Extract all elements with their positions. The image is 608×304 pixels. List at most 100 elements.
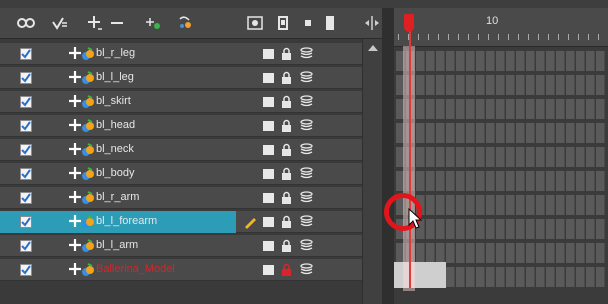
frame-cell[interactable]: [526, 51, 535, 71]
frame-cell[interactable]: [576, 243, 585, 263]
frame-cell[interactable]: [556, 267, 565, 287]
frame-cell[interactable]: [436, 99, 445, 119]
panel-divider[interactable]: [382, 8, 394, 304]
frame-cell[interactable]: [596, 219, 605, 239]
frame-cell[interactable]: [486, 99, 495, 119]
frame-cell[interactable]: [516, 75, 525, 95]
frame-cell[interactable]: [486, 123, 495, 143]
add-peg-icon[interactable]: [144, 15, 162, 31]
frame-cell[interactable]: [506, 99, 515, 119]
stack-icon[interactable]: [300, 143, 313, 156]
stack-icon[interactable]: [300, 71, 313, 84]
frame-cell[interactable]: [536, 99, 545, 119]
show-layer-icon[interactable]: [276, 15, 290, 31]
frame-cell[interactable]: [426, 51, 435, 71]
frame-cell[interactable]: [446, 51, 455, 71]
layer-row[interactable]: bl_body: [0, 163, 382, 185]
frame-ruler[interactable]: 10: [394, 8, 608, 47]
frame-cell[interactable]: [466, 171, 475, 191]
lock-icon[interactable]: [281, 239, 292, 252]
frame-cell[interactable]: [516, 219, 525, 239]
lock-icon[interactable]: [281, 143, 292, 156]
frame-cell[interactable]: [476, 51, 485, 71]
frame-cell[interactable]: [536, 195, 545, 215]
stack-icon[interactable]: [300, 239, 313, 252]
frame-cell[interactable]: [486, 75, 495, 95]
frame-cell[interactable]: [546, 267, 555, 287]
frame-cell[interactable]: [546, 171, 555, 191]
onion-skin-icon[interactable]: [16, 15, 36, 31]
frame-cell[interactable]: [506, 51, 515, 71]
layer-name[interactable]: Ballerina_Model: [96, 263, 175, 275]
layer-visibility-checkbox[interactable]: [20, 96, 32, 108]
layer-visibility-checkbox[interactable]: [20, 240, 32, 252]
frame-cell[interactable]: [426, 147, 435, 167]
frame-cell[interactable]: [516, 123, 525, 143]
frame-cell[interactable]: [536, 267, 545, 287]
frame-grid[interactable]: [394, 47, 608, 287]
frame-cell[interactable]: [436, 147, 445, 167]
frame-cell[interactable]: [586, 147, 595, 167]
layer-visibility-checkbox[interactable]: [20, 72, 32, 84]
frame-cell[interactable]: [576, 171, 585, 191]
frame-cell[interactable]: [456, 219, 465, 239]
frame-cell[interactable]: [566, 195, 575, 215]
layer-color-swatch[interactable]: [263, 169, 274, 179]
frame-cell[interactable]: [576, 51, 585, 71]
frame-cell[interactable]: [526, 219, 535, 239]
frame-cell[interactable]: [486, 51, 495, 71]
frame-cell[interactable]: [466, 195, 475, 215]
frame-cell[interactable]: [446, 75, 455, 95]
layer-color-swatch[interactable]: [263, 241, 274, 251]
frame-cell[interactable]: [426, 75, 435, 95]
frame-cell[interactable]: [476, 75, 485, 95]
layer-visibility-checkbox[interactable]: [20, 168, 32, 180]
lock-icon[interactable]: [281, 119, 292, 132]
frame-cell[interactable]: [506, 267, 515, 287]
frame-cell[interactable]: [436, 75, 445, 95]
layer-name[interactable]: bl_l_forearm: [96, 215, 157, 227]
frame-cell[interactable]: [466, 123, 475, 143]
layer-row[interactable]: bl_l_forearm: [0, 211, 382, 233]
frame-cell[interactable]: [486, 147, 495, 167]
frame-cell[interactable]: [476, 195, 485, 215]
frame-cell[interactable]: [546, 195, 555, 215]
frame-cell[interactable]: [576, 123, 585, 143]
expand-plus-icon[interactable]: [68, 46, 82, 60]
stack-icon[interactable]: [300, 263, 313, 276]
frame-cell[interactable]: [496, 267, 505, 287]
frame-cell[interactable]: [496, 99, 505, 119]
frame-cell[interactable]: [436, 195, 445, 215]
frame-cell[interactable]: [446, 99, 455, 119]
layer-row[interactable]: bl_skirt: [0, 91, 382, 113]
frame-cell[interactable]: [456, 267, 465, 287]
frame-cell[interactable]: [416, 51, 425, 71]
frame-cell[interactable]: [456, 75, 465, 95]
frame-cell[interactable]: [486, 195, 495, 215]
stack-icon[interactable]: [324, 15, 336, 31]
layer-color-swatch[interactable]: [263, 121, 274, 131]
frame-cell[interactable]: [446, 267, 455, 287]
layer-visibility-checkbox[interactable]: [20, 264, 32, 276]
frame-cell[interactable]: [416, 75, 425, 95]
frame-cell[interactable]: [596, 123, 605, 143]
frame-cell[interactable]: [426, 99, 435, 119]
frame-cell[interactable]: [586, 75, 595, 95]
stack-icon[interactable]: [300, 47, 313, 60]
frame-cell[interactable]: [456, 123, 465, 143]
frame-cell[interactable]: [466, 75, 475, 95]
frame-cell[interactable]: [456, 195, 465, 215]
frame-cell[interactable]: [546, 123, 555, 143]
stack-icon[interactable]: [300, 119, 313, 132]
frame-cell[interactable]: [586, 267, 595, 287]
frame-cell[interactable]: [516, 195, 525, 215]
frame-cell[interactable]: [536, 147, 545, 167]
frame-cell[interactable]: [456, 171, 465, 191]
add-drawing-icon[interactable]: [176, 15, 194, 31]
frame-cell[interactable]: [476, 147, 485, 167]
frame-cell[interactable]: [566, 147, 575, 167]
layer-name[interactable]: bl_l_arm: [96, 239, 138, 251]
frame-cell[interactable]: [526, 123, 535, 143]
frame-cell[interactable]: [546, 147, 555, 167]
expand-plus-icon[interactable]: [68, 70, 82, 84]
